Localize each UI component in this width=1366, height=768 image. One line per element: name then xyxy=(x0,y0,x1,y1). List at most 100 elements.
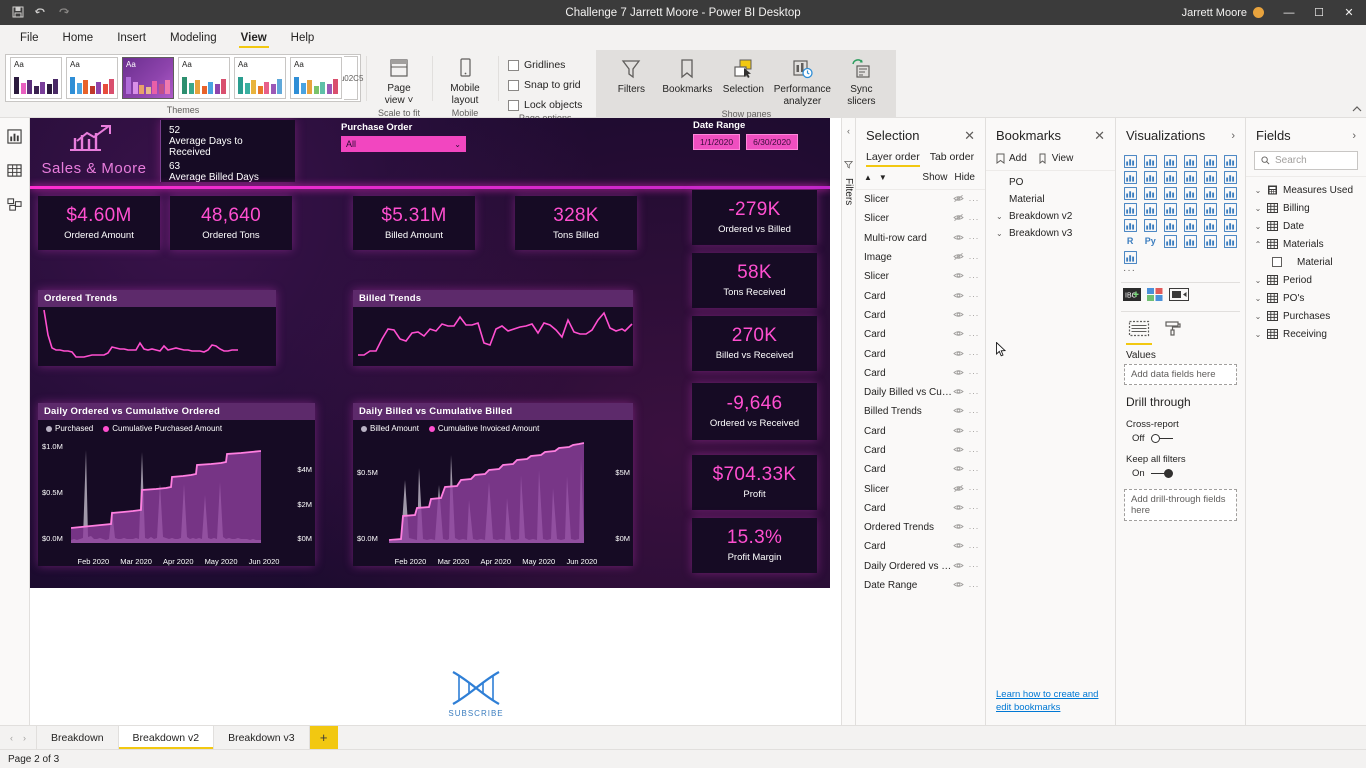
funnel-chart-icon[interactable] xyxy=(1141,186,1159,200)
menu-item-help[interactable]: Help xyxy=(279,28,327,49)
card-ordered-vs-received[interactable]: -9,646 Ordered vs Received xyxy=(692,383,817,440)
theme-gallery-more-button[interactable]: \u02C5 xyxy=(344,56,358,100)
more-options-icon[interactable]: ··· xyxy=(969,253,980,263)
minimize-button[interactable]: — xyxy=(1274,0,1304,25)
maximize-button[interactable]: ☐ xyxy=(1304,0,1334,25)
shape-map-icon[interactable] xyxy=(1161,202,1179,216)
filters-pane-button[interactable]: Filters xyxy=(603,54,659,98)
card-ordered-vs-billed[interactable]: -279K Ordered vs Billed xyxy=(692,190,817,245)
chevron-down-icon[interactable]: ⌄ xyxy=(996,212,1004,221)
menu-item-file[interactable]: File xyxy=(8,28,51,49)
table-icon[interactable] xyxy=(1202,218,1220,232)
visible-eye-icon[interactable] xyxy=(953,464,964,475)
tab-fields[interactable] xyxy=(1128,320,1150,345)
mobile-layout-button[interactable]: Mobile layout xyxy=(437,53,493,108)
stacked-column-chart-icon[interactable] xyxy=(1141,154,1159,168)
fields-tree[interactable]: ⌄Measures Used⌄Billing⌄Date⌃MaterialsMat… xyxy=(1246,176,1366,343)
page-tab-breakdown-v3[interactable]: Breakdown v3 xyxy=(214,726,310,749)
undo-icon[interactable] xyxy=(34,6,47,20)
field-table-row[interactable]: ⌄PO's xyxy=(1246,289,1366,307)
azure-map-icon[interactable] xyxy=(1181,202,1199,216)
field-table-row[interactable]: ⌄Purchases xyxy=(1246,307,1366,325)
visible-eye-icon[interactable] xyxy=(953,580,964,591)
more-options-icon[interactable]: ··· xyxy=(969,426,980,436)
bookmark-row[interactable]: PO xyxy=(986,174,1115,191)
slicer-icon[interactable] xyxy=(1181,218,1199,232)
selection-layer-row[interactable]: Card··· xyxy=(856,344,985,363)
selection-layer-row[interactable]: Multi-row card··· xyxy=(856,229,985,248)
visible-eye-icon[interactable] xyxy=(953,271,964,282)
page-view-button[interactable]: Page view ˅ xyxy=(371,53,427,108)
purchase-order-dropdown[interactable]: All ⌄ xyxy=(341,136,466,152)
visible-eye-icon[interactable] xyxy=(953,387,964,398)
hidden-eye-icon[interactable] xyxy=(953,213,964,224)
selection-layer-list[interactable]: Slicer···Slicer···Multi-row card···Image… xyxy=(856,189,985,725)
view-bookmarks-button[interactable]: View xyxy=(1039,153,1074,164)
theme-tile[interactable]: Aa xyxy=(178,57,230,99)
hidden-eye-icon[interactable] xyxy=(953,484,964,495)
card-billed-vs-received[interactable]: 270K Billed vs Received xyxy=(692,316,817,371)
tab-layer-order[interactable]: Layer order xyxy=(866,151,920,167)
report-logo-image[interactable]: Sales & Moore xyxy=(30,118,158,182)
get-more-visuals-icon[interactable]: IBC xyxy=(1123,288,1141,304)
hide-all-button[interactable]: Hide xyxy=(954,172,975,183)
more-visuals-button[interactable]: ··· xyxy=(1116,264,1245,280)
chevron-down-icon[interactable]: ⌄ xyxy=(1254,330,1262,339)
visible-eye-icon[interactable] xyxy=(953,329,964,340)
100-stacked-column-chart-icon[interactable] xyxy=(1222,154,1240,168)
report-canvas-area[interactable]: Sales & Moore 52 Average Days to Receive… xyxy=(30,118,855,725)
more-options-icon[interactable]: ··· xyxy=(969,407,980,417)
card-billed-amount[interactable]: $5.31M Billed Amount xyxy=(353,196,475,250)
selection-layer-row[interactable]: Slicer··· xyxy=(856,209,985,228)
matrix-icon[interactable] xyxy=(1222,218,1240,232)
sync-slicers-button[interactable]: Sync slicers xyxy=(833,54,889,109)
visible-eye-icon[interactable] xyxy=(953,445,964,456)
more-options-icon[interactable]: ··· xyxy=(969,368,980,378)
field-table-row[interactable]: ⌄Receiving xyxy=(1246,325,1366,343)
fields-search-input[interactable]: Search xyxy=(1254,151,1358,170)
menu-item-insert[interactable]: Insert xyxy=(105,28,158,49)
theme-tile[interactable]: Aa xyxy=(10,57,62,99)
bookmarks-pane-button[interactable]: Bookmarks xyxy=(659,54,715,98)
redo-icon[interactable] xyxy=(57,6,70,20)
selection-layer-row[interactable]: Billed Trends··· xyxy=(856,402,985,421)
filters-flyout-tab[interactable]: ‹ Filters xyxy=(841,118,855,725)
chevron-down-icon[interactable]: ⌄ xyxy=(1254,294,1262,303)
tab-tab-order[interactable]: Tab order xyxy=(930,151,974,167)
theme-gallery[interactable]: Aa Aa Aa xyxy=(5,54,361,102)
save-icon[interactable] xyxy=(12,6,24,20)
chevron-right-icon[interactable]: › xyxy=(1231,130,1235,142)
chevron-down-icon[interactable]: ⌄ xyxy=(1254,186,1262,195)
selection-layer-row[interactable]: Card··· xyxy=(856,460,985,479)
more-options-icon[interactable]: ··· xyxy=(969,291,980,301)
keep-all-filters-toggle[interactable] xyxy=(1151,469,1173,478)
selection-layer-row[interactable]: Card··· xyxy=(856,286,985,305)
selection-layer-row[interactable]: Card··· xyxy=(856,537,985,556)
show-all-button[interactable]: Show xyxy=(922,172,947,183)
more-options-icon[interactable]: ··· xyxy=(969,349,980,359)
data-view-button[interactable] xyxy=(4,160,26,180)
more-options-icon[interactable]: ··· xyxy=(969,561,980,571)
bookmarks-help-link[interactable]: Learn how to create and edit bookmarks xyxy=(986,679,1115,725)
more-options-icon[interactable]: ··· xyxy=(969,195,980,205)
add-bookmark-button[interactable]: Add xyxy=(996,153,1027,164)
visible-eye-icon[interactable] xyxy=(953,310,964,321)
date-range-slicer[interactable]: Date Range 1/1/2020 6/30/2020 xyxy=(693,120,803,150)
more-options-icon[interactable]: ··· xyxy=(969,542,980,552)
move-down-icon[interactable]: ▼ xyxy=(879,173,887,182)
analytics-icon[interactable] xyxy=(1169,288,1189,304)
theme-tile[interactable]: Aa xyxy=(290,57,342,99)
move-up-icon[interactable]: ▲ xyxy=(864,173,872,182)
more-options-icon[interactable]: ··· xyxy=(969,272,980,282)
page-tab-breakdown[interactable]: Breakdown xyxy=(37,726,119,749)
selection-layer-row[interactable]: Card··· xyxy=(856,441,985,460)
scatter-chart-icon[interactable] xyxy=(1161,186,1179,200)
field-table-row[interactable]: ⌄Billing xyxy=(1246,199,1366,217)
more-options-icon[interactable]: ··· xyxy=(969,581,980,591)
performance-analyzer-button[interactable]: Performance analyzer xyxy=(771,54,833,109)
ribbon-chart-icon[interactable] xyxy=(1222,170,1240,184)
add-page-button[interactable]: + xyxy=(310,726,338,749)
date-range-end-input[interactable]: 6/30/2020 xyxy=(746,134,798,150)
selection-layer-row[interactable]: Ordered Trends··· xyxy=(856,518,985,537)
tab-format[interactable] xyxy=(1164,320,1182,345)
